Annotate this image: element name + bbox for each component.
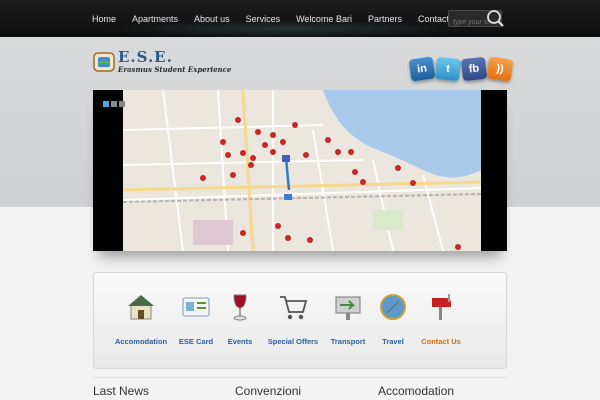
top-navigation-bar: Home Apartments About us Services Welcom… — [0, 0, 600, 38]
search-box — [448, 8, 505, 30]
compass-icon — [380, 294, 406, 320]
nav-item-about-us[interactable]: About us — [186, 14, 238, 24]
twitter-icon[interactable]: t — [434, 56, 462, 82]
wine-glass-icon — [233, 294, 247, 321]
nav-item-partners[interactable]: Partners — [360, 14, 410, 24]
feature-label: Contact Us — [421, 337, 461, 346]
nav-item-home[interactable]: Home — [84, 14, 124, 24]
section-divider — [93, 377, 507, 378]
city-map-image — [123, 90, 481, 251]
image-slider[interactable] — [93, 90, 507, 251]
logo-globe-icon — [93, 52, 115, 72]
section-title-accomodation: Accomodation — [378, 384, 455, 398]
nav-item-services[interactable]: Services — [238, 14, 289, 24]
linkedin-icon[interactable]: in — [408, 56, 436, 82]
search-input[interactable] — [449, 15, 489, 30]
shopping-cart-icon — [280, 296, 308, 320]
site-logo[interactable]: E.S.E. Erasmus Student Experience — [92, 47, 231, 77]
rss-icon[interactable]: )) — [486, 56, 514, 82]
slider-dot[interactable] — [111, 101, 117, 107]
slider-dot[interactable] — [103, 101, 109, 107]
facebook-icon[interactable]: fb — [460, 56, 488, 82]
feature-contact-us[interactable]: Contact Us — [406, 290, 476, 346]
logo-title: E.S.E. — [118, 48, 173, 66]
search-icon[interactable] — [485, 8, 505, 28]
nav-item-apartments[interactable]: Apartments — [124, 14, 186, 24]
main-nav: Home Apartments About us Services Welcom… — [84, 0, 469, 37]
slider-pagination — [103, 101, 125, 107]
section-title-convenzioni: Convenzioni — [235, 384, 302, 398]
section-title-news: Last News — [93, 384, 150, 398]
slider-dot[interactable] — [119, 101, 125, 107]
house-icon — [128, 295, 154, 320]
logo-subtitle: Erasmus Student Experience — [118, 65, 232, 74]
nav-item-welcome-bari[interactable]: Welcome Bari — [288, 14, 360, 24]
mailbox-icon — [432, 294, 451, 320]
